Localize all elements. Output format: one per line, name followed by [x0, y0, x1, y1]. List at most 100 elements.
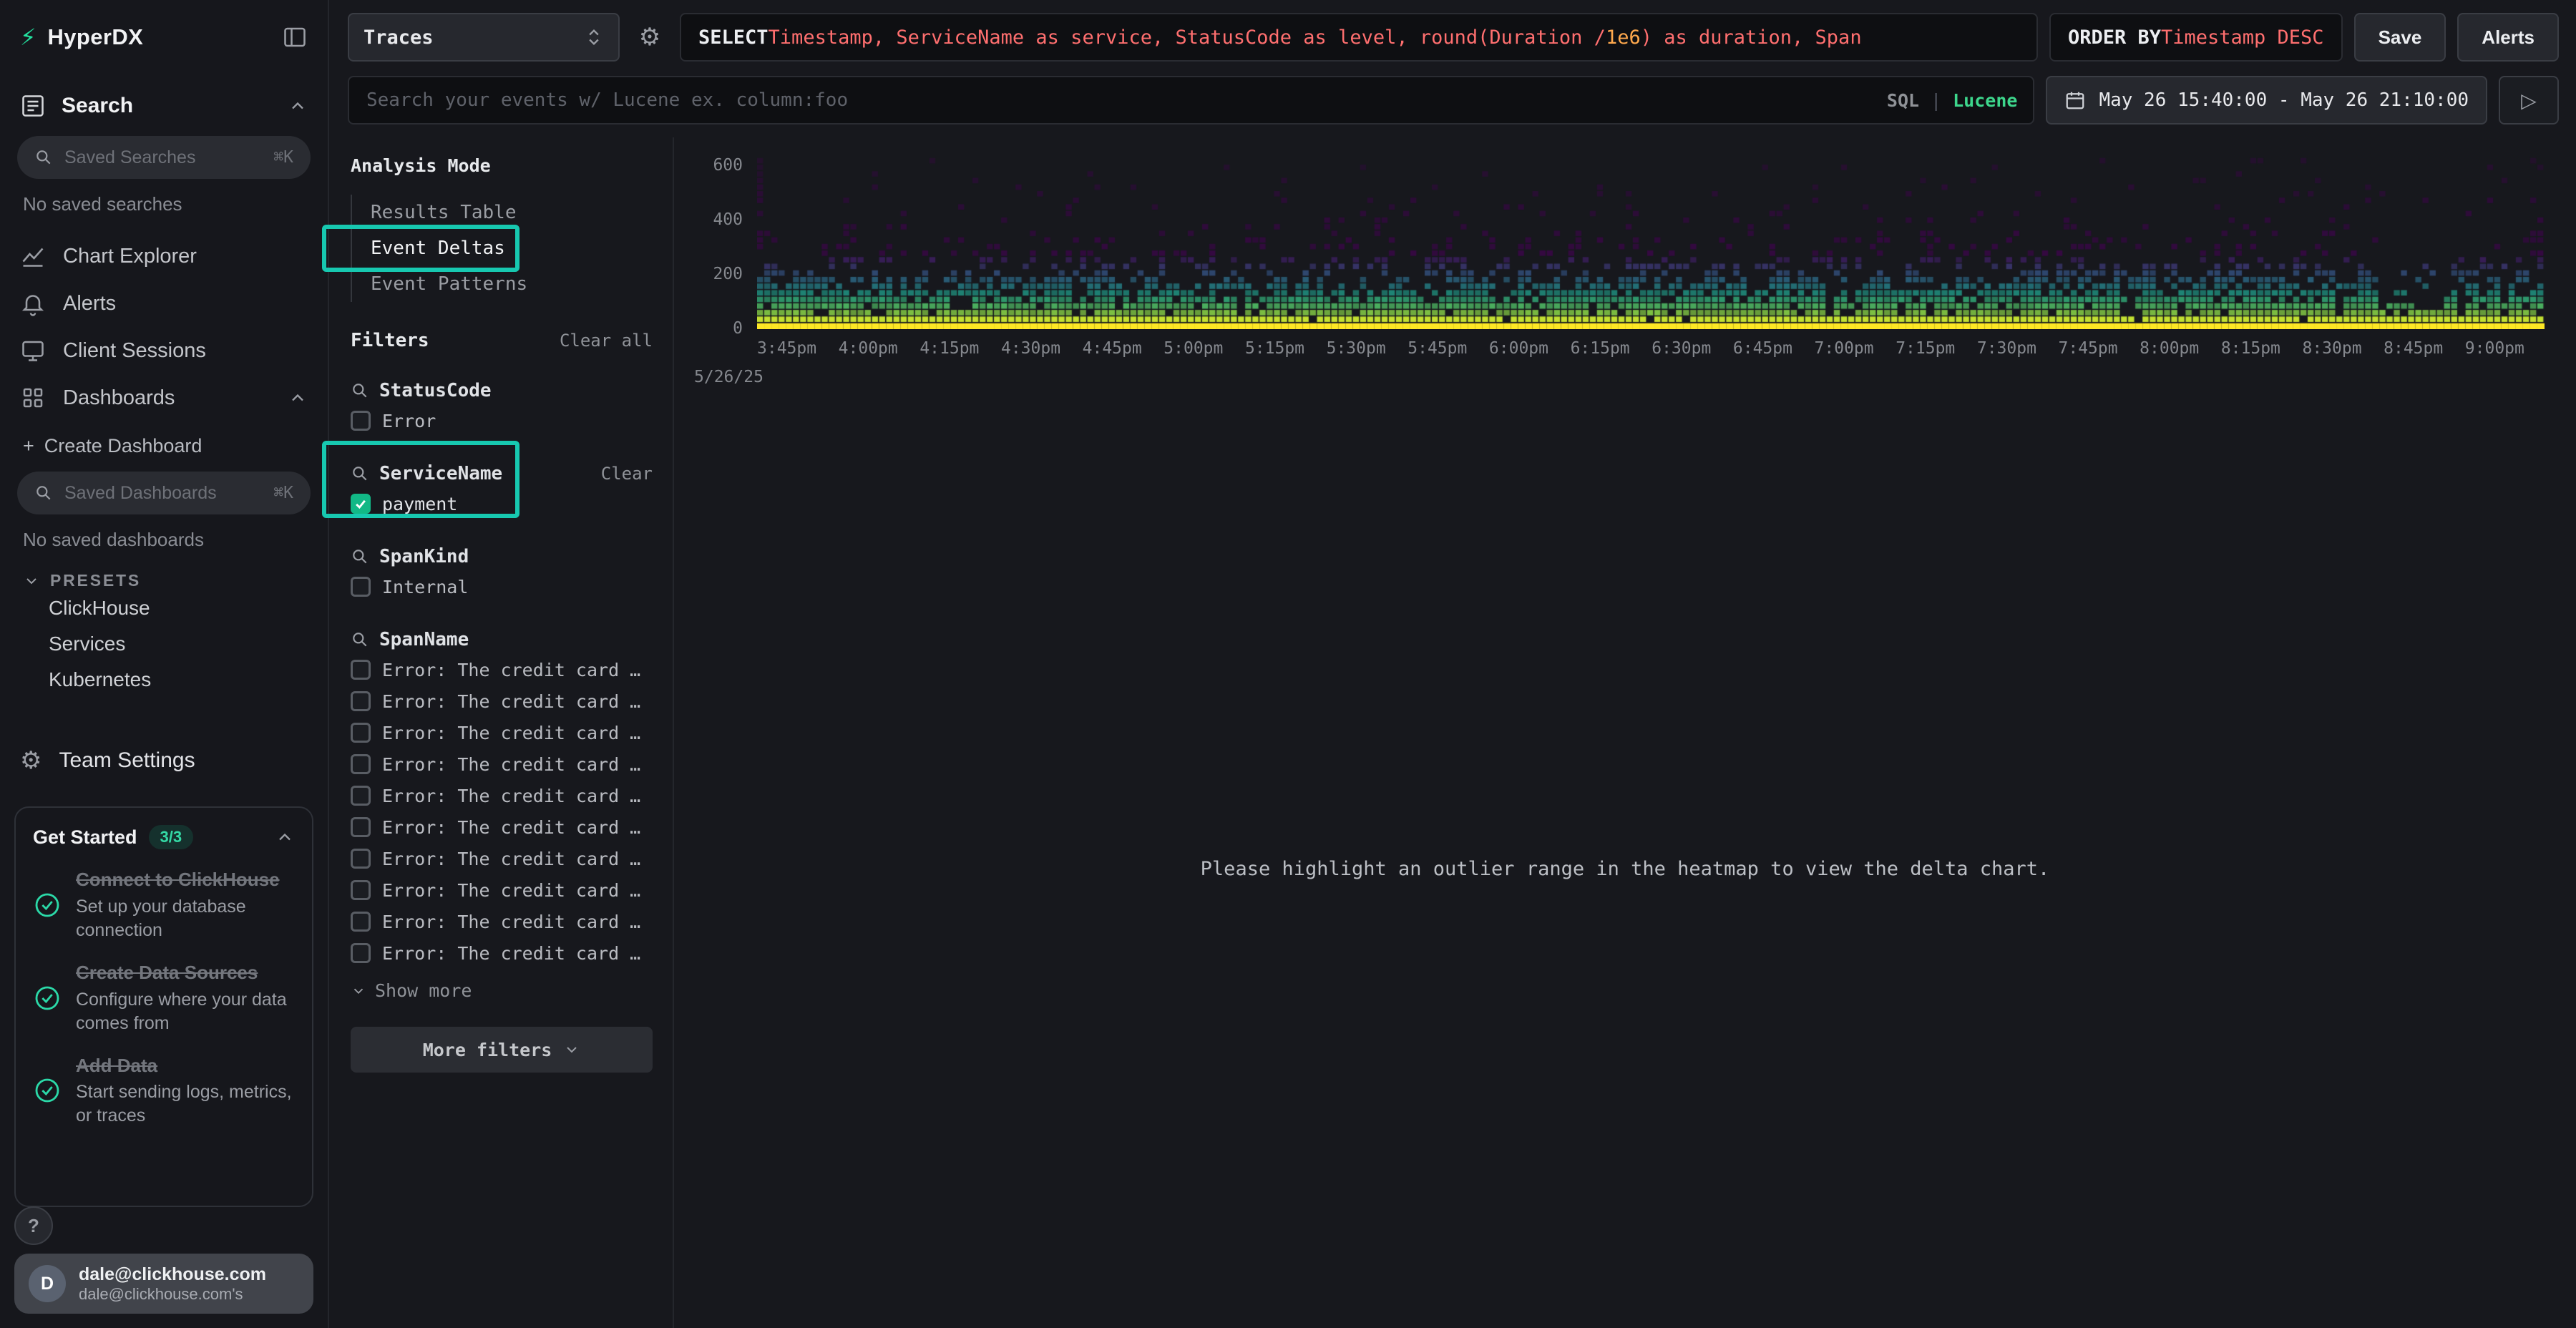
- preset-services[interactable]: Services: [0, 626, 328, 662]
- get-started-item[interactable]: Create Data Sources Configure where your…: [33, 961, 295, 1035]
- filter-option-spanname[interactable]: Error: The credit card …: [351, 717, 653, 748]
- x-axis-tick: 5:00pm: [1163, 339, 1223, 358]
- search-input[interactable]: [348, 76, 2034, 125]
- source-select[interactable]: Traces: [348, 13, 620, 62]
- time-range-picker[interactable]: May 26 15:40:00 - May 26 21:10:00: [2046, 76, 2487, 125]
- preset-clickhouse[interactable]: ClickHouse: [0, 590, 328, 626]
- get-started-header[interactable]: Get Started 3/3: [33, 825, 295, 849]
- presets-toggle[interactable]: PRESETS: [0, 551, 328, 590]
- help-button[interactable]: ?: [14, 1206, 53, 1245]
- delta-chart-placeholder: Please highlight an outlier range in the…: [674, 409, 2576, 1328]
- sidebar-item-alerts[interactable]: Alerts: [0, 280, 328, 327]
- x-axis-tick: 7:45pm: [2059, 339, 2118, 358]
- checkbox-unchecked[interactable]: [351, 577, 371, 597]
- x-axis-date-label: 5/26/25: [694, 368, 763, 386]
- sql-keyword: SELECT: [698, 26, 769, 49]
- sidebar-item-search[interactable]: Search: [0, 80, 328, 132]
- order-by-editor[interactable]: ORDER BY Timestamp DESC: [2049, 13, 2343, 62]
- user-info: dale@clickhouse.com dale@clickhouse.com'…: [79, 1264, 299, 1304]
- checkbox-unchecked[interactable]: [351, 817, 371, 837]
- filter-option-spanname[interactable]: Error: The credit card …: [351, 874, 653, 906]
- checkbox-unchecked[interactable]: [351, 912, 371, 932]
- get-started-item[interactable]: Add Data Start sending logs, metrics, or…: [33, 1054, 295, 1128]
- search-icon[interactable]: [351, 630, 369, 649]
- filter-option-spanname[interactable]: Error: The credit card …: [351, 654, 653, 685]
- sql-select-editor[interactable]: SELECT Timestamp, ServiceName as service…: [680, 13, 2038, 62]
- checkbox-unchecked[interactable]: [351, 660, 371, 680]
- sql-mode-button[interactable]: SQL: [1887, 90, 1919, 111]
- show-more-button[interactable]: Show more: [351, 980, 653, 1001]
- run-query-button[interactable]: ▷: [2499, 76, 2559, 125]
- checkbox-unchecked[interactable]: [351, 411, 371, 431]
- x-axis-tick: 4:00pm: [839, 339, 898, 358]
- filter-option-label: Error: The credit card …: [382, 849, 640, 869]
- show-more-label: Show more: [375, 980, 472, 1001]
- x-axis-tick: 8:15pm: [2221, 339, 2280, 358]
- chart-icon: [20, 243, 46, 269]
- filter-option-label: Error: The credit card …: [382, 880, 640, 901]
- mode-results-table[interactable]: Results Table: [352, 195, 653, 230]
- sidebar-item-label: Dashboards: [63, 386, 175, 410]
- sidebar-item-team-settings[interactable]: ⚙ Team Settings: [0, 735, 328, 786]
- clear-all-filters-button[interactable]: Clear all: [560, 331, 653, 351]
- checkbox-unchecked[interactable]: [351, 786, 371, 806]
- search-icon[interactable]: [351, 464, 369, 483]
- create-dashboard-label: Create Dashboard: [44, 435, 203, 457]
- filter-option-spanname[interactable]: Error: The credit card …: [351, 906, 653, 937]
- filter-option-payment[interactable]: payment: [351, 488, 653, 519]
- sidebar-item-chart-explorer[interactable]: Chart Explorer: [0, 233, 328, 280]
- filter-option-label: Error: The credit card …: [382, 723, 640, 743]
- filter-option-spanname[interactable]: Error: The credit card …: [351, 780, 653, 811]
- saved-dashboards-input[interactable]: Saved Dashboards ⌘K: [17, 472, 311, 514]
- filter-option-spanname[interactable]: Error: The credit card …: [351, 843, 653, 874]
- filter-option-spanname[interactable]: Error: The credit card …: [351, 748, 653, 780]
- checkbox-unchecked[interactable]: [351, 754, 371, 774]
- filter-option-spanname[interactable]: Error: The credit card …: [351, 937, 653, 969]
- spanname-options: Error: The credit card … Error: The cred…: [351, 654, 653, 969]
- sidebar-item-dashboards[interactable]: Dashboards: [0, 374, 328, 421]
- sql-number: 1e6: [1606, 26, 1641, 49]
- save-button[interactable]: Save: [2354, 13, 2446, 62]
- source-settings-button[interactable]: ⚙: [631, 25, 668, 49]
- user-team: dale@clickhouse.com's: [79, 1285, 299, 1304]
- checkbox-unchecked[interactable]: [351, 723, 371, 743]
- filters-header: Filters Clear all: [351, 328, 653, 353]
- sidebar-item-client-sessions[interactable]: Client Sessions: [0, 327, 328, 374]
- chevron-up-icon: [288, 96, 308, 116]
- search-icon[interactable]: [351, 547, 369, 566]
- search-icon[interactable]: [351, 381, 369, 400]
- collapse-sidebar-icon[interactable]: [282, 24, 308, 50]
- clear-servicename-button[interactable]: Clear: [601, 464, 653, 484]
- filter-option-label: Error: The credit card …: [382, 786, 640, 806]
- user-menu[interactable]: D dale@clickhouse.com dale@clickhouse.co…: [14, 1254, 313, 1314]
- preset-kubernetes[interactable]: Kubernetes: [0, 662, 328, 698]
- heatmap-canvas[interactable]: [757, 157, 2545, 329]
- checkbox-unchecked[interactable]: [351, 849, 371, 869]
- filter-option-spanname[interactable]: Error: The credit card …: [351, 685, 653, 717]
- checkbox-unchecked[interactable]: [351, 691, 371, 711]
- get-started-item-text: Create Data Sources Configure where your…: [76, 961, 295, 1035]
- saved-searches-input[interactable]: Saved Searches ⌘K: [17, 136, 311, 179]
- filter-option-internal[interactable]: Internal: [351, 571, 653, 602]
- x-axis-tick: 6:15pm: [1571, 339, 1630, 358]
- filter-option-error[interactable]: Error: [351, 405, 653, 436]
- language-divider: |: [1931, 90, 1941, 111]
- create-dashboard-button[interactable]: + Create Dashboard: [0, 424, 328, 467]
- get-started-item-desc: Start sending logs, metrics, or traces: [76, 1080, 295, 1128]
- mode-event-patterns[interactable]: Event Patterns: [352, 266, 653, 302]
- app-title: HyperDX: [47, 24, 143, 50]
- checkbox-unchecked[interactable]: [351, 880, 371, 900]
- main-area: Traces ⚙ SELECT Timestamp, ServiceName a…: [331, 0, 2576, 1328]
- alerts-button[interactable]: Alerts: [2457, 13, 2559, 62]
- checkbox-checked[interactable]: [351, 494, 371, 514]
- lucene-mode-button[interactable]: Lucene: [1953, 90, 2017, 111]
- check-circle-icon: [33, 984, 62, 1012]
- checkbox-unchecked[interactable]: [351, 943, 371, 963]
- filter-group-header: StatusCode: [351, 376, 653, 405]
- mode-event-deltas[interactable]: Event Deltas: [352, 230, 653, 266]
- x-axis-labels: 3:45pm4:00pm4:15pm4:30pm4:45pm5:00pm5:15…: [757, 339, 2524, 358]
- x-axis-tick: 5:30pm: [1327, 339, 1386, 358]
- filter-option-spanname[interactable]: Error: The credit card …: [351, 811, 653, 843]
- get-started-item[interactable]: Connect to ClickHouse Set up your databa…: [33, 868, 295, 942]
- more-filters-button[interactable]: More filters: [351, 1027, 653, 1073]
